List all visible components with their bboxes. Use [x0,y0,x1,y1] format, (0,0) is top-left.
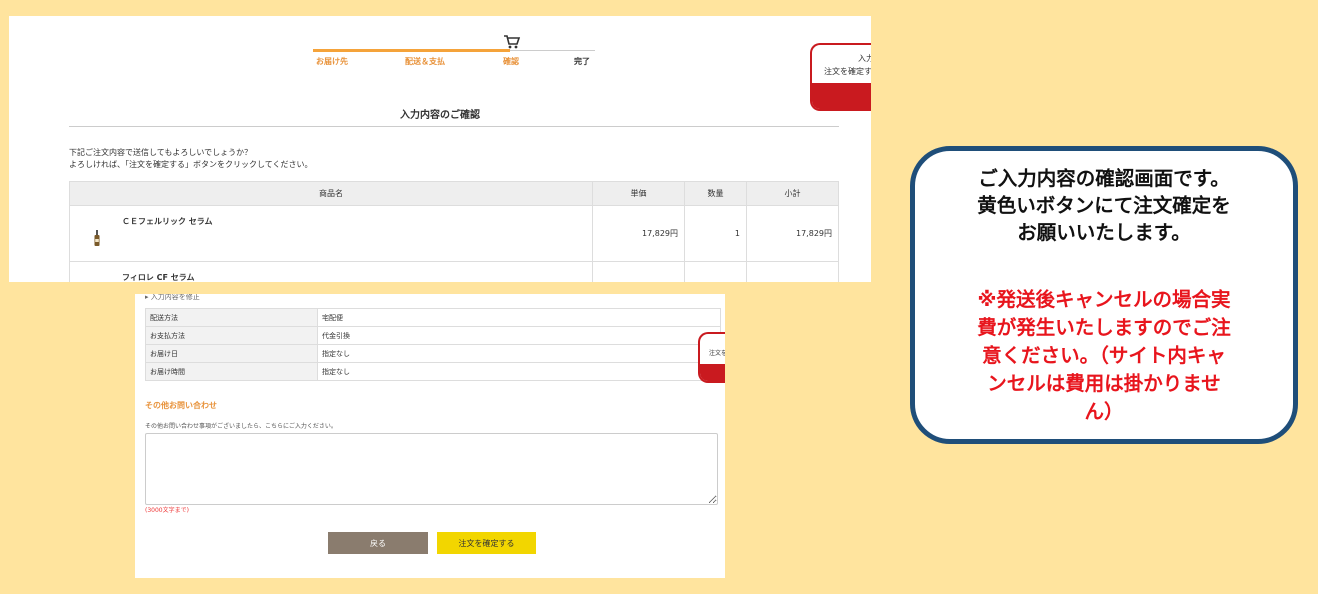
table-header-row: 商品名 単価 数量 小計 [69,181,839,206]
order-items-table: 商品名 単価 数量 小計 ＣＥフェルリック セラム 17,829円 1 17,8… [69,181,839,282]
delivery-value: 宅配便 [317,308,721,327]
checkout-confirm-bottom-screenshot: ▸ 入力内容を修正 配送方法 宅配便 お支払方法 代金引換 お届け日 指定なし … [135,294,725,578]
checkout-confirm-top-screenshot: お届け先 配送＆支払 確認 完了 入力 注文を確定す 入力内容のご確認 下記ご注… [9,16,871,282]
product-name[interactable]: ＣＥフェルリック セラム [122,216,213,227]
quantity-cell [684,261,747,282]
delivery-value: 代金引換 [317,326,721,345]
floating-confirm-tab[interactable]: 入力 注文を確定す [810,43,871,111]
callout-warning: ※発送後キャンセルの場合実 費が発生いたしますのでご注 意ください。（サイト内キ… [915,286,1293,426]
callout-warning-line: 費が発生いたしますのでご注 [977,316,1231,339]
table-row: ＣＥフェルリック セラム 17,829円 1 17,829円 [69,205,839,262]
product-name-cell: ＣＥフェルリック セラム [69,205,593,262]
table-row: お届け日 指定なし [145,344,721,363]
delivery-value: 指定なし [317,344,721,363]
unit-price-cell [592,261,685,282]
inquiry-textarea[interactable] [145,433,718,505]
char-limit-note: (3000文字まで) [145,507,189,514]
callout-warning-line: ん） [1084,400,1124,423]
title-divider [69,126,839,127]
checkout-progress-steps: お届け先 配送＆支払 確認 完了 [313,34,595,74]
unit-price-cell: 17,829円 [592,205,685,262]
subtotal-cell: 17,829円 [746,205,839,262]
step-confirm: 確認 [503,57,519,66]
callout-warning-line: 意ください。（サイト内キャ [982,344,1226,367]
table-row: お届け時間 指定なし [145,362,721,381]
quantity-cell: 1 [684,205,747,262]
confirm-order-button[interactable]: 注文を確定する [437,532,536,554]
callout-message-line: ご入力内容の確認画面です。 [978,167,1230,190]
table-row: フィロレ CF セラム [69,261,839,282]
instruction-callout: ご入力内容の確認画面です。 黄色いボタンにて注文確定を お願いいたします。 ※発… [910,146,1298,444]
callout-message-line: お願いいたします。 [1017,221,1191,244]
modify-input-link[interactable]: ▸ 入力内容を修正 [145,294,200,302]
cart-icon [504,35,521,49]
product-name-cell: フィロレ CF セラム [69,261,593,282]
table-row: お支払方法 代金引換 [145,326,721,345]
delivery-key: 配送方法 [145,308,318,327]
step-complete: 完了 [574,57,590,66]
delivery-key: お届け時間 [145,362,318,381]
intro-line-1: 下記ご注文内容で送信してもよろしいでしょうか？ [69,148,253,157]
side-tab-text: 注文を [709,350,725,357]
callout-warning-line: ※発送後キャンセルの場合実 [977,288,1231,311]
callout-warning-line: ンセルは費用は掛かりませ [987,372,1221,395]
header-quantity: 数量 [684,181,747,206]
delivery-info-table: 配送方法 宅配便 お支払方法 代金引換 お届け日 指定なし お届け時間 指定なし [145,308,721,381]
product-name[interactable]: フィロレ CF セラム [122,272,195,282]
inquiry-help-text: その他お問い合わせ事項がございましたら、こちらにご入力ください。 [145,423,337,430]
header-subtotal: 小計 [746,181,839,206]
step-delivery-payment: 配送＆支払 [405,57,445,66]
floating-confirm-tab[interactable]: 注文を [698,332,725,383]
step-shipping-address: お届け先 [316,57,348,66]
side-tab-text-1: 入力 [858,54,871,63]
side-tab-text-2: 注文を確定す [824,67,871,76]
delivery-key: お届け日 [145,344,318,363]
subtotal-cell [746,261,839,282]
product-bottle-icon [94,230,100,246]
header-product-name: 商品名 [69,181,593,206]
intro-text: 下記ご注文内容で送信してもよろしいでしょうか？ よろしければ、「注文を確定する」… [69,147,313,171]
inquiry-section-title: その他お問い合わせ [145,401,217,410]
intro-line-2: よろしければ、「注文を確定する」ボタンをクリックしてください。 [69,160,313,169]
header-unit-price: 単価 [592,181,685,206]
callout-message-line: 黄色いボタンにて注文確定を [977,194,1231,217]
table-row: 配送方法 宅配便 [145,308,721,327]
back-button[interactable]: 戻る [328,532,428,554]
page-title: 入力内容のご確認 [400,110,480,121]
delivery-key: お支払方法 [145,326,318,345]
callout-message: ご入力内容の確認画面です。 黄色いボタンにて注文確定を お願いいたします。 [915,165,1293,246]
delivery-value: 指定なし [317,362,721,381]
side-tab-red-bar [700,364,725,381]
progress-fill [313,49,510,52]
